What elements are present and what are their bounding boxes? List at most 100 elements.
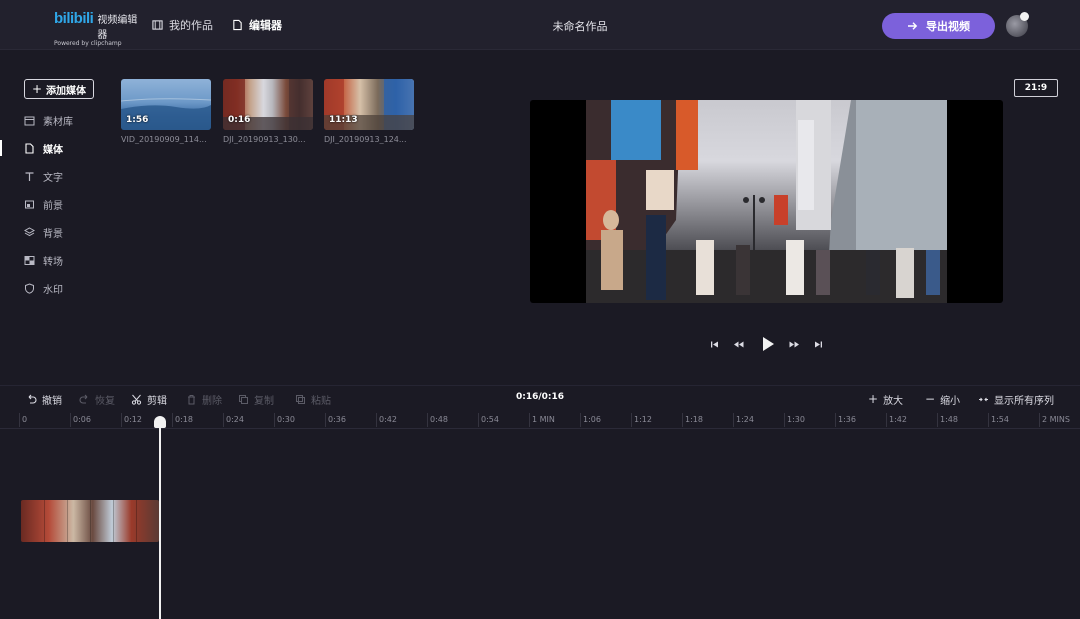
cut-button[interactable]: 剪辑 bbox=[131, 392, 167, 407]
ruler-tick-label: 1 MIN bbox=[532, 415, 555, 424]
ruler-tick-label: 0:42 bbox=[379, 415, 397, 424]
sidebar-active-indicator bbox=[0, 140, 2, 156]
redo-button[interactable]: 恢复 bbox=[79, 392, 115, 407]
sidebar-item-watermark[interactable]: 水印 bbox=[24, 280, 63, 296]
ruler-tick-line bbox=[1039, 413, 1040, 427]
ruler-tick-line bbox=[274, 413, 275, 427]
media-duration: 11:13 bbox=[329, 115, 358, 125]
ruler-tick-label: 1:06 bbox=[583, 415, 601, 424]
show-all-button[interactable]: 显示所有序列 bbox=[978, 392, 1054, 407]
playback-controls bbox=[706, 336, 826, 352]
ruler-tick-line bbox=[478, 413, 479, 427]
timeline-clip[interactable] bbox=[21, 500, 159, 542]
skip-end-button[interactable] bbox=[810, 336, 826, 352]
aspect-ratio-button[interactable]: 21:9 bbox=[1014, 79, 1058, 97]
ruler-tick-label: 0:54 bbox=[481, 415, 499, 424]
nav-my-works-label: 我的作品 bbox=[169, 19, 213, 32]
timeline-time-display: 0:16/0:16 bbox=[515, 392, 565, 402]
ruler-tick-label: 2 MINS bbox=[1042, 415, 1070, 424]
film-icon bbox=[152, 20, 163, 30]
plus-icon: + bbox=[868, 392, 879, 406]
media-thumbnail[interactable]: 0:16 bbox=[223, 79, 313, 130]
sidebar-item-library[interactable]: 素材库 bbox=[24, 112, 73, 128]
sidebar-item-label: 文字 bbox=[43, 172, 63, 184]
ruler-tick-line bbox=[886, 413, 887, 427]
project-title[interactable]: 未命名作品 bbox=[540, 18, 620, 34]
sidebar-item-background[interactable]: 背景 bbox=[24, 224, 63, 240]
media-icon bbox=[25, 142, 34, 154]
timeline-toolbar: 撤销 恢复 剪辑 删除 复制 粘贴 0:16/0:16 + 放大 − 缩小 显示… bbox=[0, 385, 1080, 409]
fast-forward-icon bbox=[789, 341, 799, 347]
sidebar-item-label: 媒体 bbox=[43, 144, 63, 156]
logo-powered: Powered by clipchamp bbox=[54, 40, 122, 47]
preview-image bbox=[586, 100, 947, 303]
ruler-tick-line bbox=[784, 413, 785, 427]
redo-label: 恢复 bbox=[95, 395, 115, 407]
play-button[interactable] bbox=[758, 334, 778, 354]
sidebar-item-foreground[interactable]: 前景 bbox=[24, 196, 63, 212]
skip-start-button[interactable] bbox=[706, 336, 722, 352]
media-thumbnail[interactable]: 11:13 bbox=[324, 79, 414, 130]
ruler-tick-line bbox=[529, 413, 530, 427]
ruler-tick-label: 0:30 bbox=[277, 415, 295, 424]
media-duration: 0:16 bbox=[228, 115, 251, 125]
paste-label: 粘贴 bbox=[311, 395, 331, 407]
rewind-icon bbox=[733, 341, 743, 347]
clip-frame-divider bbox=[44, 500, 45, 542]
play-icon bbox=[763, 337, 774, 351]
nav-my-works[interactable]: 我的作品 bbox=[152, 17, 213, 33]
paste-button[interactable]: 粘贴 bbox=[295, 392, 331, 407]
nav-editor[interactable]: 编辑器 bbox=[232, 17, 282, 33]
document-icon bbox=[233, 19, 242, 31]
media-filename: DJI_20190913_124... bbox=[324, 135, 407, 144]
media-duration: 1:56 bbox=[126, 115, 149, 125]
ruler-tick-label: 0:36 bbox=[328, 415, 346, 424]
ruler-tick-line bbox=[121, 413, 122, 427]
minus-icon: − bbox=[925, 392, 936, 406]
add-media-button[interactable]: + 添加媒体 bbox=[24, 79, 94, 99]
rewind-button[interactable] bbox=[730, 336, 746, 352]
media-filename: VID_20190909_114... bbox=[121, 135, 207, 144]
export-video-button[interactable]: 导出视频 bbox=[882, 13, 995, 39]
ruler-tick-line bbox=[937, 413, 938, 427]
copy-label: 复制 bbox=[254, 395, 274, 407]
ruler-tick-label: 1:18 bbox=[685, 415, 703, 424]
sidebar-item-text[interactable]: 文字 bbox=[24, 168, 63, 184]
ruler-tick-line bbox=[580, 413, 581, 427]
show-all-label: 显示所有序列 bbox=[994, 395, 1054, 407]
sidebar-item-transition[interactable]: 转场 bbox=[24, 252, 63, 268]
sidebar-item-label: 素材库 bbox=[43, 116, 73, 128]
fast-forward-button[interactable] bbox=[786, 336, 802, 352]
zoom-in-label: 放大 bbox=[883, 395, 904, 407]
zoom-in-button[interactable]: + 放大 bbox=[868, 392, 904, 407]
delete-label: 删除 bbox=[202, 395, 222, 407]
video-preview[interactable] bbox=[530, 100, 1003, 303]
ruler-tick-label: 1:42 bbox=[889, 415, 907, 424]
ruler-tick-line bbox=[682, 413, 683, 427]
ruler-tick-line bbox=[835, 413, 836, 427]
zoom-out-button[interactable]: − 缩小 bbox=[925, 392, 960, 407]
copy-button[interactable]: 复制 bbox=[238, 392, 274, 407]
undo-button[interactable]: 撤销 bbox=[26, 392, 62, 407]
media-thumbnail[interactable]: 1:56 bbox=[121, 79, 211, 130]
scissors-icon bbox=[131, 394, 142, 405]
ruler-tick-line bbox=[376, 413, 377, 427]
ruler-tick-line bbox=[19, 413, 20, 427]
nav-editor-label: 编辑器 bbox=[249, 19, 282, 32]
preview-frame bbox=[586, 100, 947, 303]
playhead-line[interactable] bbox=[159, 423, 161, 619]
shield-icon bbox=[25, 282, 34, 294]
media-filename: DJI_20190913_130... bbox=[223, 135, 306, 144]
ruler-tick-line bbox=[70, 413, 71, 427]
plus-icon: + bbox=[31, 82, 43, 96]
ruler-tick-line bbox=[631, 413, 632, 427]
ruler-tick-label: 1:24 bbox=[736, 415, 754, 424]
app-header: bilibili 视频编辑器 Powered by clipchamp 我的作品… bbox=[0, 0, 1080, 50]
sidebar-item-label: 水印 bbox=[43, 284, 63, 296]
ruler-tick-line bbox=[733, 413, 734, 427]
playhead-handle[interactable] bbox=[154, 416, 166, 428]
app-logo[interactable]: bilibili 视频编辑器 Powered by clipchamp bbox=[54, 10, 144, 47]
delete-button[interactable]: 删除 bbox=[186, 392, 222, 407]
sidebar-item-media[interactable]: 媒体 bbox=[24, 140, 63, 156]
ruler-tick-line bbox=[172, 413, 173, 427]
